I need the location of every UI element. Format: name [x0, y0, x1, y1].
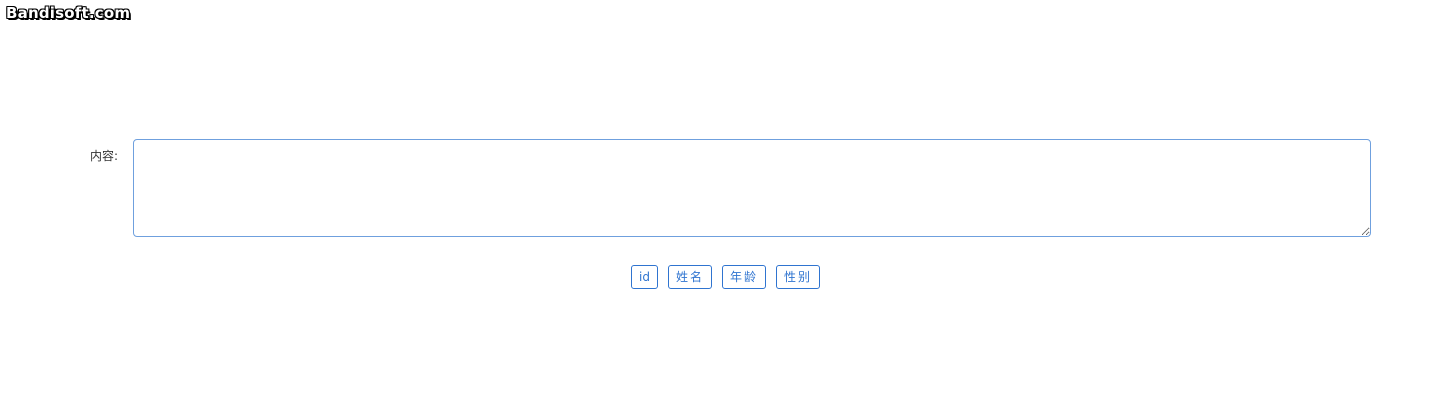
content-label: 内容: — [90, 149, 119, 163]
insert-id-button[interactable]: id — [631, 265, 658, 289]
page: Bandisoft.com 内容: id 姓名 年龄 性别 — [0, 0, 1435, 418]
field-button-row: id 姓名 年龄 性别 — [631, 265, 820, 289]
insert-name-button[interactable]: 姓名 — [667, 265, 712, 289]
watermark-logo: Bandisoft.com — [6, 4, 131, 22]
content-textarea[interactable] — [133, 139, 1371, 237]
insert-age-button[interactable]: 年龄 — [721, 265, 766, 289]
insert-gender-button[interactable]: 性别 — [775, 265, 820, 289]
